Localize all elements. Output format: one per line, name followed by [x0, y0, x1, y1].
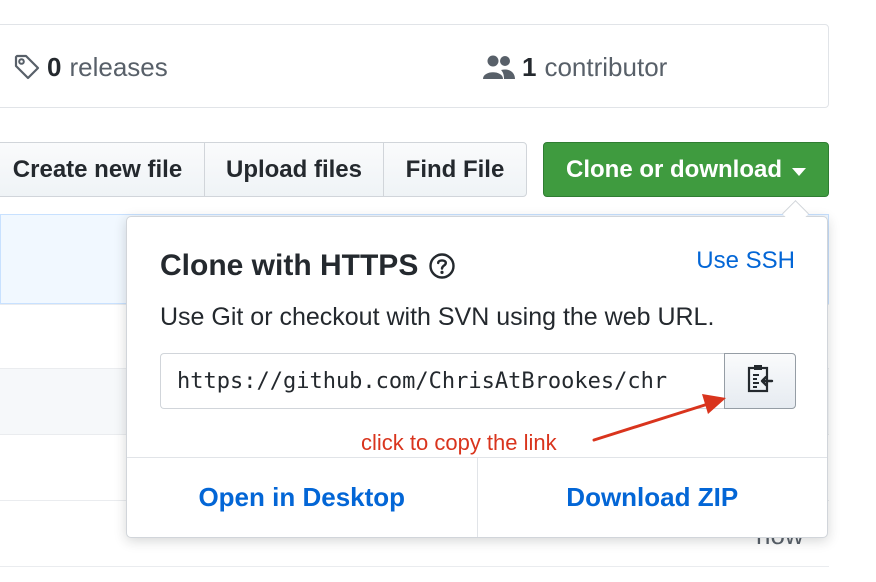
annotation-arrow-icon [592, 394, 726, 442]
